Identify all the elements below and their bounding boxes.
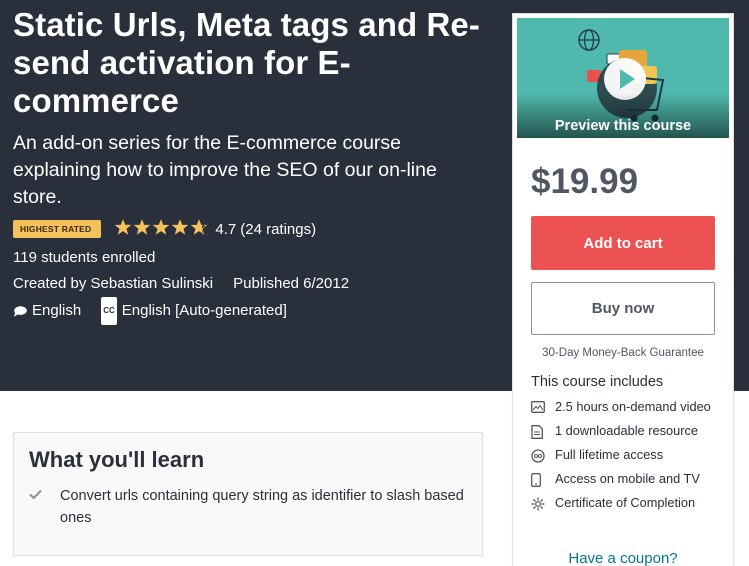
check-icon — [29, 485, 60, 529]
file-icon — [531, 422, 555, 440]
list-item: Full lifetime access — [531, 446, 726, 464]
what-you-learn-title: What you'll learn — [29, 447, 205, 472]
speech-bubble-icon — [14, 305, 27, 317]
course-subtitle: An add-on series for the E-commerce cour… — [13, 132, 437, 208]
include-text: Access on mobile and TV — [555, 471, 700, 486]
coupon-link[interactable]: Have a coupon? — [513, 550, 733, 566]
purchase-sidebar: Preview this course $19.99 Add to cart B… — [512, 13, 734, 566]
video-icon — [531, 398, 555, 416]
highest-rated-badge: HIGHEST RATED — [13, 220, 102, 238]
list-item: 1 downloadable resource — [531, 422, 726, 440]
stars-svg — [115, 218, 208, 235]
star-1-icon — [115, 218, 132, 235]
created-by[interactable]: Created by Sebastian Sulinski — [13, 275, 213, 292]
includes-list: 2.5 hours on-demand video 1 downloadable… — [531, 398, 726, 518]
learn-item: Convert urls containing query string as … — [29, 485, 469, 529]
includes-title: This course includes — [531, 374, 664, 390]
what-you-learn-box: What you'll learn Convert urls containin… — [13, 432, 483, 556]
students-enrolled: 119 students enrolled — [13, 249, 156, 266]
buy-now-button[interactable]: Buy now — [531, 282, 715, 335]
preview-label[interactable]: Preview this course — [517, 118, 729, 134]
course-header-content: Static Urls, Meta tags and Re-send activ… — [13, 6, 483, 325]
infinity-icon — [531, 446, 555, 464]
star-5-icon — [191, 218, 208, 235]
rating-row: HIGHEST RATED 4.7 (24 ratings) — [13, 218, 483, 240]
course-price: $19.99 — [531, 162, 639, 201]
list-item: 2.5 hours on-demand video — [531, 398, 726, 416]
include-text: Certificate of Completion — [555, 495, 696, 510]
include-text: Full lifetime access — [555, 447, 664, 462]
author-publish-row: Created by Sebastian Sulinski Published 6… — [13, 271, 483, 297]
certificate-icon — [531, 494, 555, 512]
include-text: 1 downloadable resource — [555, 423, 698, 438]
money-back-guarantee: 30-Day Money-Back Guarantee — [542, 347, 704, 359]
rating-count[interactable]: (24 ratings) — [240, 221, 316, 238]
closed-captions-icon: CC — [101, 297, 117, 325]
list-item: Certificate of Completion — [531, 494, 726, 512]
course-preview-video[interactable]: Preview this course — [517, 18, 729, 138]
published-date: Published 6/2012 — [233, 275, 350, 292]
include-text: 2.5 hours on-demand video — [555, 399, 711, 414]
mobile-icon — [531, 470, 555, 488]
star-3-icon — [153, 218, 170, 235]
star-rating-icon[interactable] — [115, 218, 209, 240]
learn-item-text: Convert urls containing query string as … — [60, 488, 464, 526]
rating-value: 4.7 — [215, 220, 237, 238]
list-item: Access on mobile and TV — [531, 470, 726, 488]
course-title: Static Urls, Meta tags and Re-send activ… — [13, 6, 480, 119]
language-row: English CC English [Auto-generated] — [13, 297, 483, 325]
add-to-cart-button[interactable]: Add to cart — [531, 216, 715, 270]
star-2-icon — [134, 218, 151, 235]
star-4-icon — [172, 218, 189, 235]
captions-language: English [Auto-generated] — [121, 302, 287, 319]
course-language: English — [32, 302, 82, 319]
